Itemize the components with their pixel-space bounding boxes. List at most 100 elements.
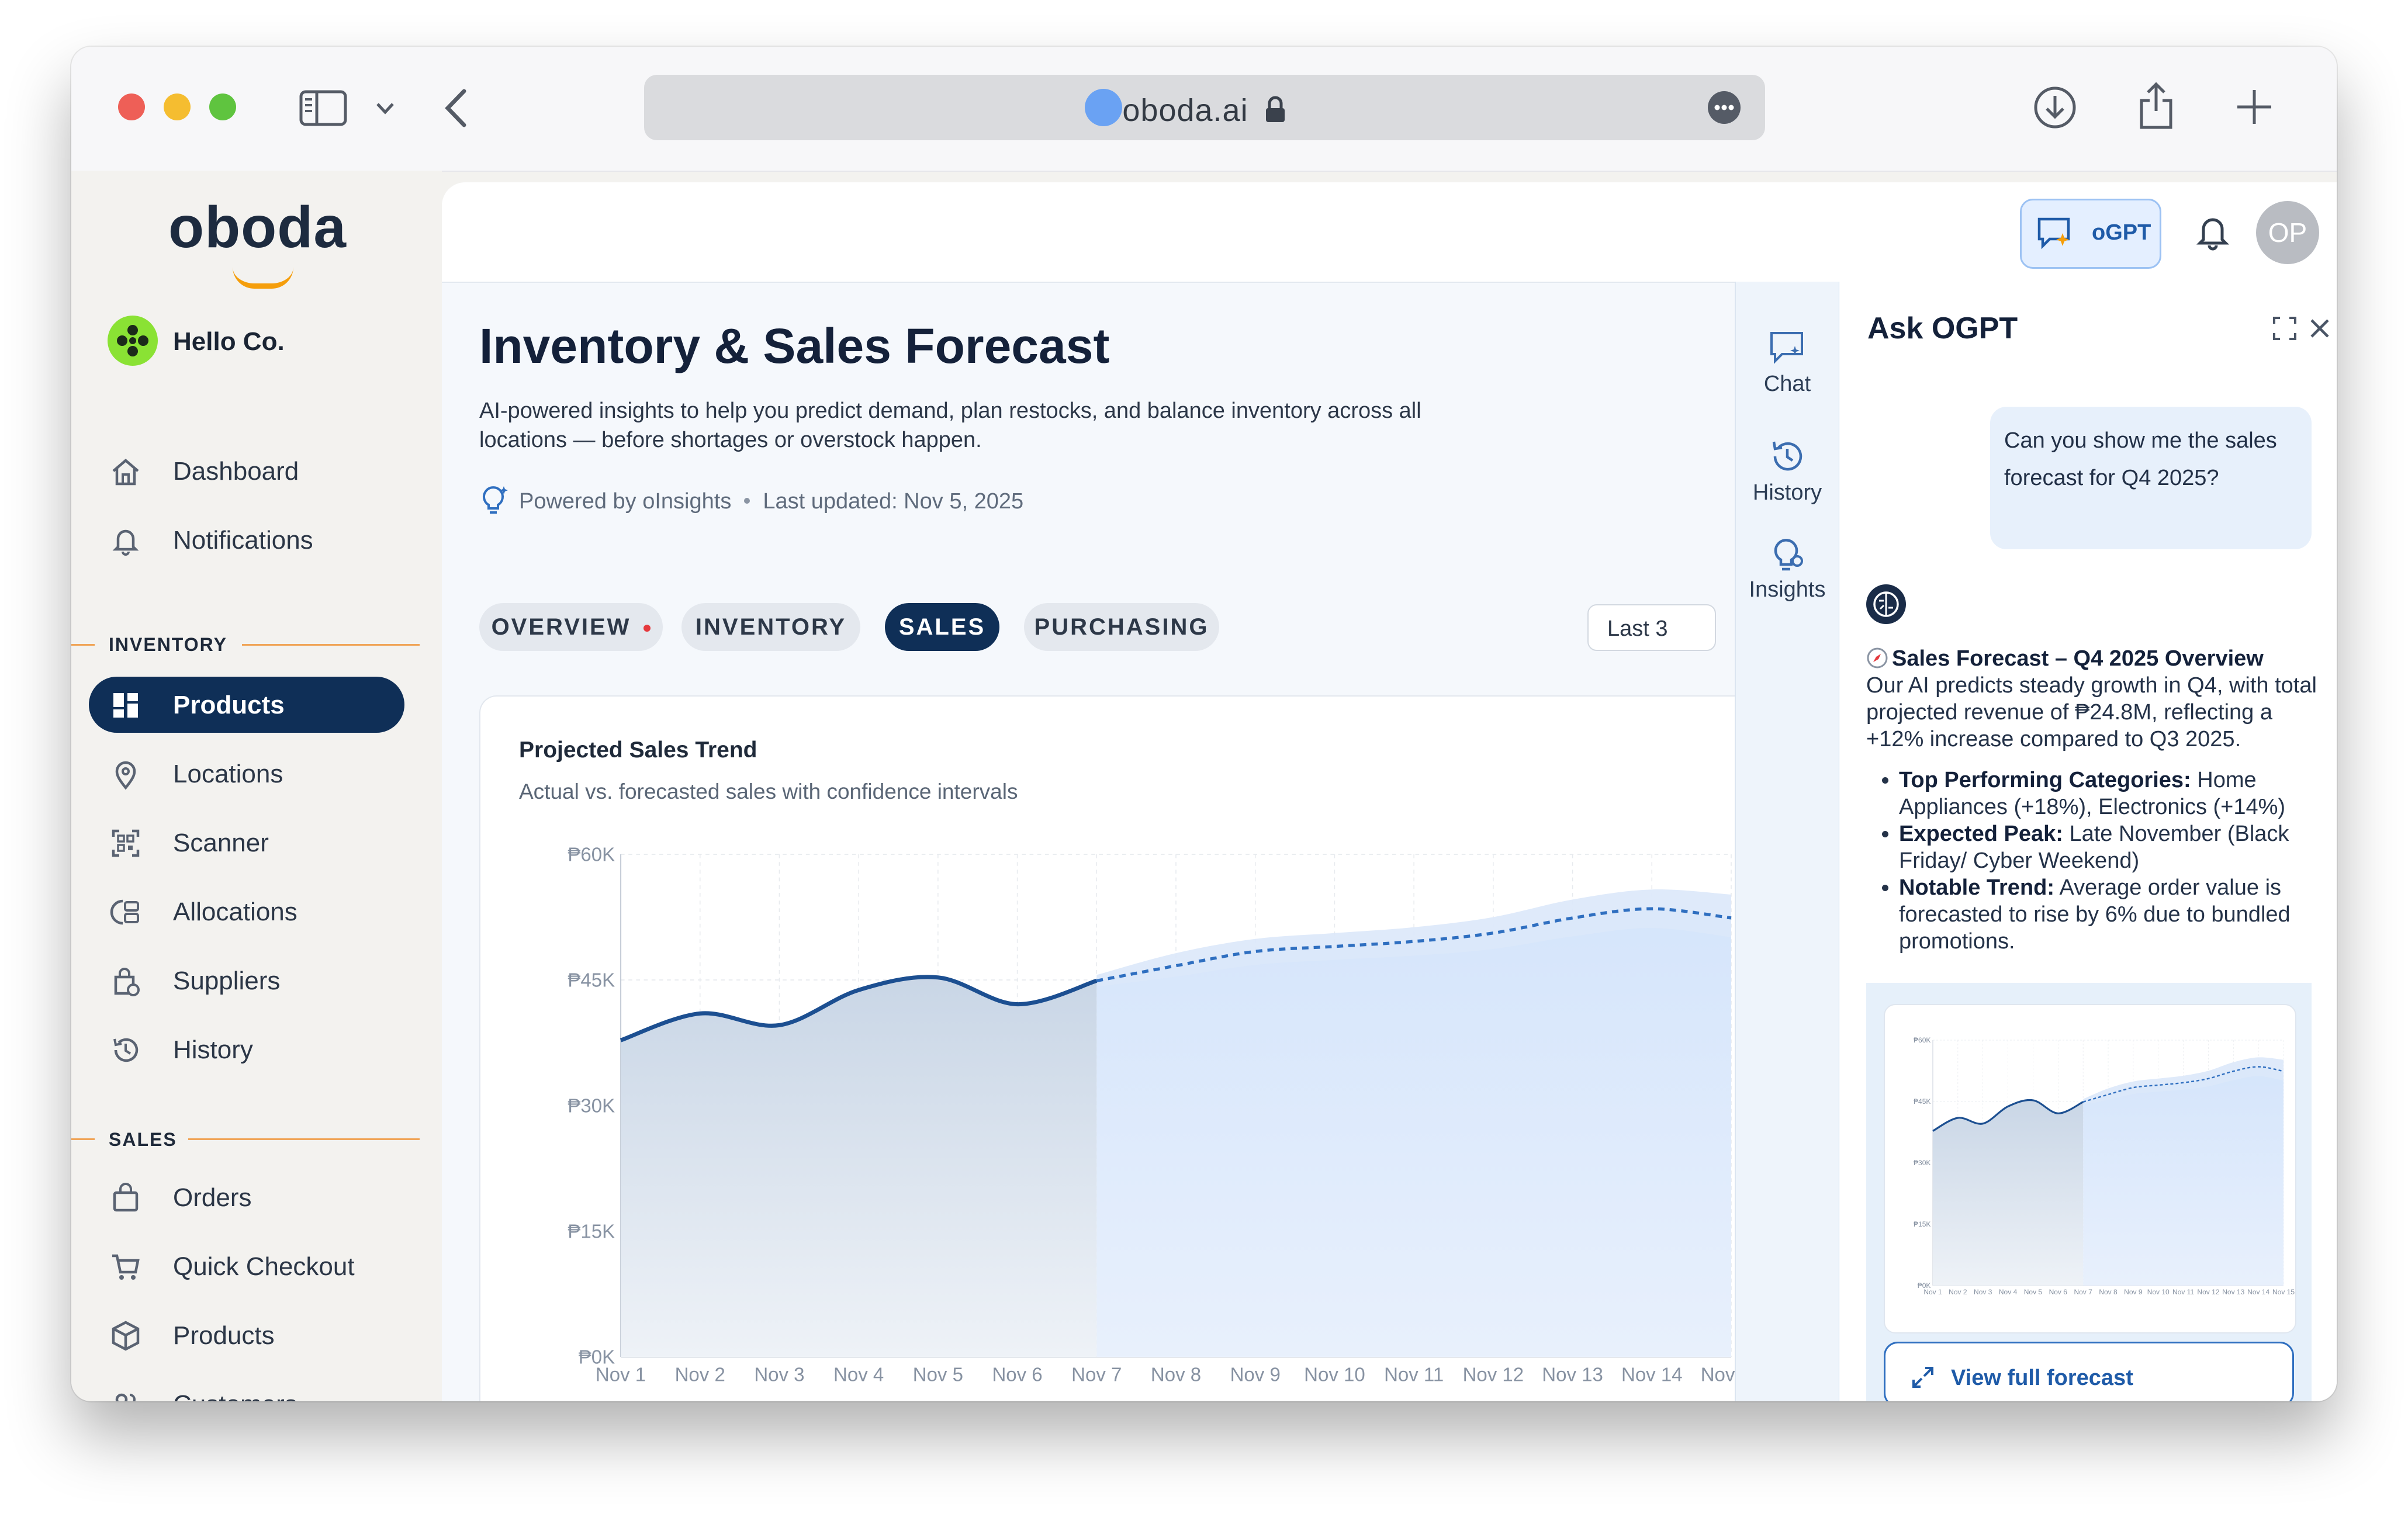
nav-quick-checkout[interactable]: Quick Checkout bbox=[89, 1238, 404, 1294]
tab-label: SALES bbox=[898, 614, 986, 640]
x-tick-label: Nov 4 bbox=[1999, 1288, 2018, 1296]
mini-chart-card[interactable]: ₱0K ₱15K ₱30K ₱45K ₱60K Nov 1 Nov 2 Nov 3 Nov 4N… bbox=[1884, 1004, 2296, 1333]
cart-icon bbox=[112, 1254, 140, 1280]
panel-title: Ask OGPT bbox=[1867, 311, 2018, 345]
rail-chat[interactable]: Chat bbox=[1736, 328, 1839, 397]
x-tick-label: Nov 2 bbox=[675, 1363, 725, 1385]
x-tick-label: Nov 7 bbox=[2074, 1288, 2092, 1296]
org-avatar[interactable] bbox=[108, 316, 158, 366]
section-divider bbox=[188, 1138, 420, 1140]
qr-scan-icon bbox=[112, 829, 140, 857]
date-range-select[interactable]: Last 3 bbox=[1587, 604, 1716, 651]
sales-trend-chart: ₱0K₱15K₱30K₱45K₱60KNov 1 Nov 2 Nov 3 Nov 4N… bbox=[568, 844, 1762, 1385]
nav-scanner[interactable]: Scanner bbox=[89, 815, 404, 871]
nav-label: Dashboard bbox=[173, 457, 299, 486]
url-text: oboda.ai bbox=[1122, 93, 1248, 128]
oboda-logo[interactable]: oboda bbox=[168, 194, 347, 261]
page-meta: Powered by oInsights Last updated: Nov 5,… bbox=[479, 484, 1023, 515]
download-icon[interactable] bbox=[2033, 85, 2077, 130]
nav-allocations[interactable]: Allocations bbox=[89, 884, 404, 940]
x-tick-label: Nov 1 bbox=[596, 1363, 646, 1385]
tab-sales[interactable]: SALES bbox=[885, 603, 999, 651]
last-updated-text: Last updated: Nov 5, 2025 bbox=[763, 489, 1024, 514]
nav-dashboard[interactable]: Dashboard bbox=[89, 443, 404, 499]
tab-alert-dot bbox=[643, 625, 651, 632]
forecast-preview: ₱0K ₱15K ₱30K ₱45K ₱60K Nov 1 Nov 2 Nov 3 Nov 4N… bbox=[1866, 983, 2312, 1401]
x-tick-label: Nov 6 bbox=[2049, 1288, 2068, 1296]
allocations-icon bbox=[110, 899, 139, 925]
actual-area bbox=[621, 976, 1097, 1357]
rail-history[interactable]: History bbox=[1736, 437, 1839, 505]
ogpt-label: oGPT bbox=[2092, 220, 2151, 245]
rail-insights[interactable]: Insights bbox=[1736, 534, 1839, 602]
nav-customers[interactable]: Customers bbox=[89, 1376, 404, 1401]
ask-ogpt-panel: Ask OGPT Can you show me the sales forec… bbox=[1839, 282, 2337, 1401]
x-tick-label: Nov 13 bbox=[2222, 1288, 2244, 1296]
org-name[interactable]: Hello Co. bbox=[173, 327, 285, 356]
y-tick-label: ₱45K bbox=[1914, 1097, 1930, 1106]
history-icon bbox=[1772, 441, 1802, 471]
back-arrow-icon[interactable] bbox=[443, 88, 469, 129]
new-tab-icon[interactable] bbox=[2235, 88, 2274, 126]
notification-bell-icon[interactable] bbox=[2195, 213, 2230, 251]
x-tick-label: Nov 12 bbox=[2197, 1288, 2219, 1296]
app-topbar: oGPT OP bbox=[442, 182, 2337, 283]
main-content: oGPT OP Inventory & Sales Forecast AI-po… bbox=[442, 182, 2337, 1401]
view-full-forecast-button[interactable]: View full forecast bbox=[1884, 1342, 2294, 1401]
nav-label: Quick Checkout bbox=[173, 1252, 355, 1281]
nav-locations[interactable]: Locations bbox=[89, 746, 404, 802]
org-logo-icon bbox=[117, 325, 148, 356]
y-tick-label: ₱60K bbox=[1914, 1036, 1930, 1044]
minimize-window-button[interactable] bbox=[164, 93, 191, 120]
nav-products[interactable]: Products bbox=[89, 677, 404, 733]
nav-suppliers[interactable]: Suppliers bbox=[89, 952, 404, 1009]
tab-overview[interactable]: OVERVIEW bbox=[479, 603, 663, 651]
close-window-button[interactable] bbox=[118, 93, 145, 120]
zoom-window-button[interactable] bbox=[209, 93, 236, 120]
y-tick-label: ₱45K bbox=[568, 969, 615, 991]
nav-notifications[interactable]: Notifications bbox=[89, 512, 404, 568]
tab-purchasing[interactable]: PURCHASING bbox=[1024, 603, 1219, 651]
x-tick-label: Nov 3 bbox=[754, 1363, 804, 1385]
more-options-icon[interactable] bbox=[1707, 90, 1742, 125]
user-avatar[interactable]: OP bbox=[2256, 201, 2319, 264]
share-icon[interactable] bbox=[2137, 81, 2175, 130]
x-tick-label: Nov 13 bbox=[1542, 1363, 1603, 1385]
y-tick-label: ₱30K bbox=[1914, 1159, 1930, 1167]
x-tick-label: Nov 14 bbox=[1621, 1363, 1683, 1385]
map-pin-icon bbox=[115, 761, 136, 790]
answer-bullet: Top Performing Categories: Home Applianc… bbox=[1899, 767, 2322, 820]
nav-label: Products bbox=[173, 691, 285, 719]
assistant-rail: Chat History Insights bbox=[1735, 282, 1840, 1401]
ogpt-button[interactable]: oGPT bbox=[2020, 199, 2161, 269]
nav-label: Locations bbox=[173, 760, 283, 788]
answer-heading: Sales Forecast – Q4 2025 Overview bbox=[1892, 646, 2264, 671]
x-tick-label: Nov 9 bbox=[2124, 1288, 2143, 1296]
x-tick-label: Nov 11 bbox=[2172, 1288, 2194, 1296]
nav-sales-products[interactable]: Products bbox=[89, 1307, 404, 1363]
nav-history[interactable]: History bbox=[89, 1021, 404, 1078]
answer-bullets: Top Performing Categories: Home Applianc… bbox=[1866, 767, 2322, 955]
tab-label: INVENTORY bbox=[695, 614, 847, 640]
powered-by-text: Powered by oInsights bbox=[519, 489, 732, 514]
close-icon[interactable] bbox=[2307, 316, 2333, 341]
user-message-bubble: Can you show me the sales forecast for Q… bbox=[1990, 407, 2312, 549]
expand-icon[interactable] bbox=[2272, 316, 2298, 341]
chevron-down-icon[interactable] bbox=[375, 101, 395, 116]
sidebar-toggle-icon[interactable] bbox=[299, 90, 347, 126]
grid-icon bbox=[113, 693, 138, 718]
answer-bullet: Expected Peak: Late November (Black Frid… bbox=[1899, 820, 2322, 874]
nav-orders[interactable]: Orders bbox=[89, 1169, 404, 1225]
y-tick-label: ₱60K bbox=[568, 844, 615, 865]
nav-label: Allocations bbox=[173, 898, 297, 926]
tab-inventory[interactable]: INVENTORY bbox=[681, 603, 860, 651]
x-tick-label: Nov 5 bbox=[2024, 1288, 2043, 1296]
home-icon bbox=[112, 459, 139, 486]
y-tick-label: ₱15K bbox=[1914, 1220, 1930, 1228]
address-bar[interactable]: oboda.ai bbox=[644, 75, 1765, 140]
assistant-answer: Sales Forecast – Q4 2025 Overview Our AI… bbox=[1866, 645, 2322, 955]
expand-arrows-icon bbox=[1912, 1367, 1933, 1388]
rail-label: History bbox=[1752, 480, 1822, 505]
supplier-icon bbox=[114, 968, 140, 996]
lightbulb-icon bbox=[1774, 539, 1803, 571]
